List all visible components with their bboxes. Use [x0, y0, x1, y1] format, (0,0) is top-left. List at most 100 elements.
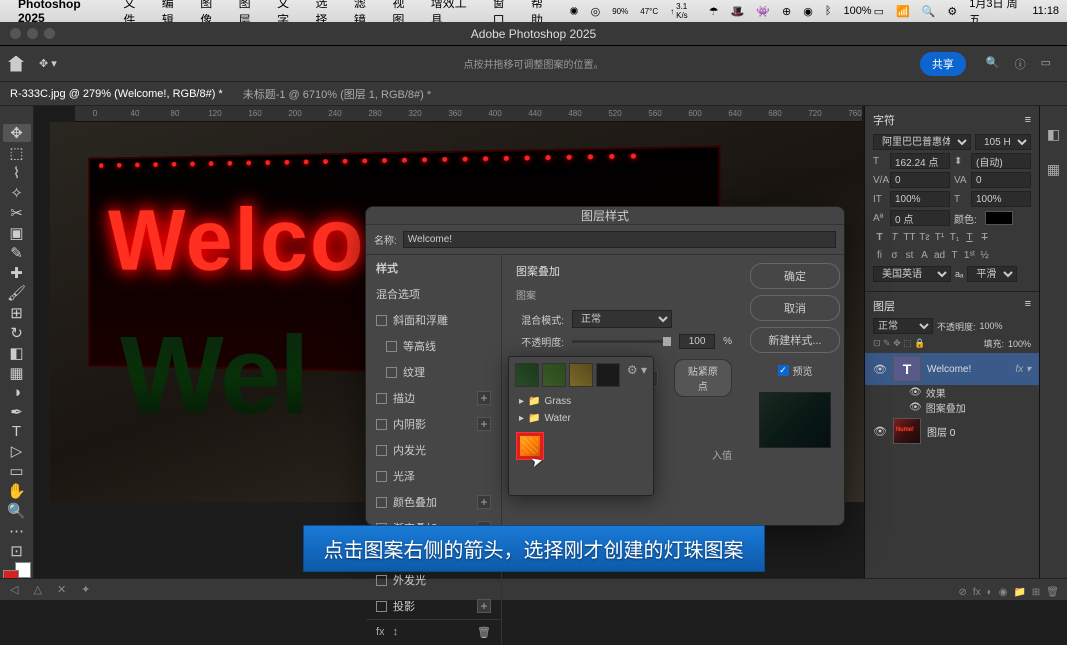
pattern-preset-4[interactable] — [596, 363, 620, 387]
style-inner-shadow[interactable]: 内阴影+ — [366, 411, 501, 437]
text-color-swatch[interactable] — [985, 211, 1013, 225]
tab-0[interactable]: R-333C.jpg @ 279% (Welcome!, RGB/8#) * — [10, 88, 223, 100]
font-size[interactable] — [890, 153, 950, 169]
hand-tool[interactable]: ✋ — [3, 482, 31, 500]
snap-origin-button[interactable]: 贴紧原点 — [674, 359, 732, 397]
style-stroke[interactable]: 描边+ — [366, 385, 501, 411]
vscale[interactable] — [890, 191, 950, 207]
add-color-overlay[interactable]: + — [477, 495, 491, 509]
eraser-tool[interactable]: ◧ — [3, 344, 31, 362]
maximize-dot[interactable] — [44, 28, 55, 39]
fill-value[interactable]: 100% — [1008, 339, 1031, 349]
preview-checkbox[interactable]: ✓预览 — [778, 363, 813, 378]
style-texture[interactable]: 纹理 — [366, 359, 501, 385]
close-dot[interactable] — [10, 28, 21, 39]
font-select[interactable]: 阿里巴巴普惠体 3.0 — [873, 134, 971, 150]
layer-effect-pattern[interactable]: 👁图案叠加 — [865, 400, 1039, 415]
visibility-icon[interactable]: 👁 — [873, 425, 887, 438]
heal-tool[interactable]: ✚ — [3, 264, 31, 282]
marquee-tool[interactable]: ⬚ — [3, 144, 31, 162]
layer-name[interactable]: 图层 0 — [927, 424, 1031, 439]
italic-btn[interactable]: T — [888, 230, 901, 244]
sigma-btn[interactable]: σ — [888, 248, 901, 262]
layer-effects-header[interactable]: 👁效果 — [865, 385, 1039, 400]
search-icon[interactable]: 🔍 — [922, 5, 936, 18]
lang-select[interactable]: 美国英语 — [873, 266, 951, 282]
close-x-icon[interactable]: ✕ — [57, 583, 66, 596]
help-icon[interactable]: ⓘ — [1015, 56, 1026, 72]
adjust-tool[interactable]: ◑ — [3, 384, 31, 401]
workspace-icon[interactable]: ▭ — [1041, 56, 1051, 72]
lasso-tool[interactable]: ⌇ — [3, 164, 31, 182]
share-button[interactable]: 共享 — [920, 52, 966, 76]
zoom-tool[interactable]: 🔍 — [3, 502, 31, 520]
type-tool[interactable]: T — [3, 423, 31, 440]
blend-mode[interactable]: 正常 — [873, 318, 933, 334]
strike-btn[interactable]: T — [978, 230, 991, 244]
a-btn[interactable]: A — [918, 248, 931, 262]
frac-btn[interactable]: ½ — [978, 248, 991, 262]
ok-button[interactable]: 确定 — [750, 263, 840, 289]
add-stroke[interactable]: + — [477, 391, 491, 405]
gradient-tool[interactable]: ▦ — [3, 364, 31, 382]
super-btn[interactable]: T¹ — [933, 230, 946, 244]
styles-header[interactable]: 样式 — [366, 255, 501, 281]
layer-thumb-img[interactable] — [893, 418, 921, 444]
st-btn[interactable]: st — [903, 248, 916, 262]
1st-btn[interactable]: 1ˢᵗ — [963, 248, 976, 262]
lock-icons[interactable]: ⊡ ✎ ✥ ⬚ 🔒 — [873, 338, 925, 349]
style-bevel[interactable]: 斜面和浮雕 — [366, 307, 501, 333]
aa-select[interactable]: 平滑 — [967, 266, 1017, 282]
layer-name-input[interactable] — [403, 231, 836, 248]
sparkle-icon[interactable]: ✦ — [81, 583, 90, 596]
stamp-tool[interactable]: ⊞ — [3, 304, 31, 322]
caps-btn[interactable]: TT — [903, 230, 916, 244]
add-drop-shadow[interactable]: + — [477, 599, 491, 613]
new-style-button[interactable]: 新建样式... — [750, 327, 840, 353]
left-arrow-icon[interactable]: ◁ — [10, 583, 18, 596]
fx-icon[interactable]: fx — [376, 626, 385, 639]
style-satin[interactable]: 光泽 — [366, 463, 501, 489]
leading[interactable] — [971, 153, 1031, 169]
mask-icon[interactable]: ◐ — [987, 587, 993, 598]
delete-icon[interactable]: 🗑 — [1046, 587, 1059, 598]
edit-toolbar[interactable]: ⊡ — [3, 542, 31, 560]
fx-icon[interactable]: fx — [973, 587, 981, 598]
ad-btn[interactable]: ad — [933, 248, 946, 262]
adjust-icon[interactable]: ◉ — [999, 587, 1008, 598]
style-inner-glow[interactable]: 内发光 — [366, 437, 501, 463]
control-center-icon[interactable]: ⚙ — [947, 5, 957, 18]
history-brush-tool[interactable]: ↻ — [3, 324, 31, 342]
link-icon[interactable]: ⊘ — [959, 587, 967, 598]
pattern-group-grass[interactable]: ▸📁Grass — [515, 393, 647, 410]
pattern-preset-1[interactable] — [515, 363, 539, 387]
swatches-panel-icon[interactable]: ▦ — [1047, 161, 1060, 178]
path-tool[interactable]: ▷ — [3, 442, 31, 460]
frame-tool[interactable]: ▣ — [3, 224, 31, 242]
add-inner-shadow[interactable]: + — [477, 417, 491, 431]
blend-options[interactable]: 混合选项 — [366, 281, 501, 307]
sub-btn[interactable]: T₁ — [948, 230, 961, 244]
ruler-horizontal[interactable]: 0408012016020024028032036040044048052056… — [75, 106, 862, 122]
underline-btn[interactable]: T — [963, 230, 976, 244]
layers-menu-icon[interactable]: ≡ — [1025, 298, 1031, 310]
gear-icon[interactable]: ⚙ ▾ — [627, 363, 647, 377]
up-down-icon[interactable]: ↕ — [393, 626, 399, 639]
brush-tool[interactable]: 🖌 — [3, 284, 31, 302]
time[interactable]: 11:18 — [1032, 5, 1059, 17]
t1-btn[interactable]: T — [948, 248, 961, 262]
wand-tool[interactable]: ✧ — [3, 184, 31, 202]
home-icon[interactable] — [8, 56, 24, 72]
layer-background[interactable]: 👁 图层 0 — [865, 415, 1039, 447]
bold-btn[interactable]: T — [873, 230, 886, 244]
color-swatches[interactable] — [3, 570, 31, 578]
kerning[interactable] — [890, 172, 950, 188]
window-controls[interactable] — [10, 28, 55, 39]
fi-btn[interactable]: fi — [873, 248, 886, 262]
search-icon[interactable]: 🔍 — [986, 56, 1000, 72]
opacity-input[interactable] — [679, 334, 715, 349]
baseline[interactable] — [890, 210, 950, 226]
eyedropper-tool[interactable]: ✎ — [3, 244, 31, 262]
minimize-dot[interactable] — [27, 28, 38, 39]
default-hint[interactable]: 入值 — [712, 447, 732, 462]
